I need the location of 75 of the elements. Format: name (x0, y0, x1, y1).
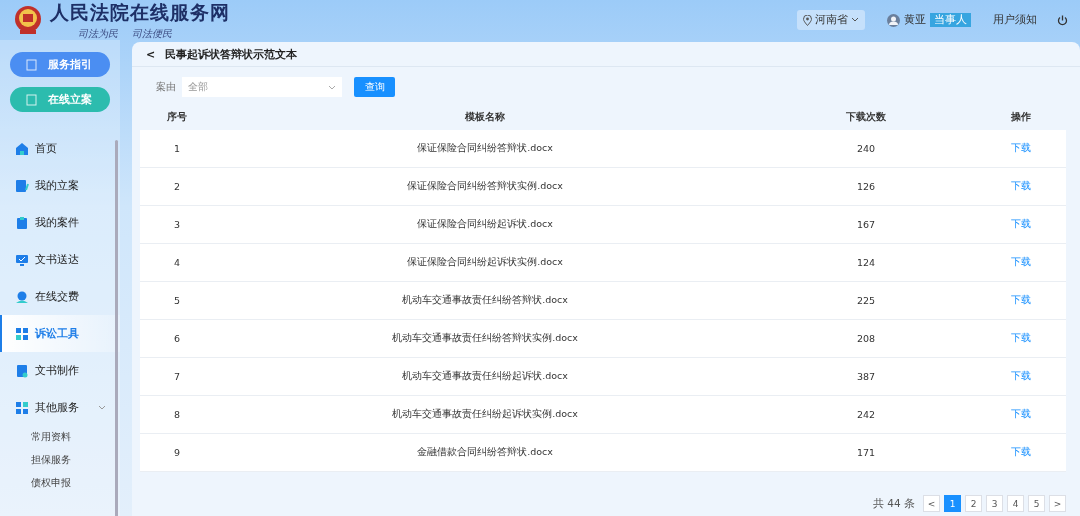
table-cell: 保证保险合同纠纷起诉状实例.docx (214, 244, 756, 282)
grid-icon (15, 400, 29, 415)
page-button[interactable]: 3 (986, 495, 1003, 512)
table-cell: 6 (140, 320, 214, 358)
table-cell: 1 (140, 130, 214, 168)
table-cell: 208 (756, 320, 976, 358)
table-cell: 3 (140, 206, 214, 244)
table-cell: 保证保险合同纠纷答辩状实例.docx (214, 168, 756, 206)
back-button[interactable]: < (146, 47, 156, 61)
page-button[interactable]: 2 (965, 495, 982, 512)
next-page-button[interactable]: > (1049, 495, 1066, 512)
power-icon[interactable] (1057, 14, 1068, 26)
table-cell: 4 (140, 244, 214, 282)
home-icon (15, 141, 29, 156)
page-button[interactable]: 5 (1028, 495, 1045, 512)
document-icon (15, 363, 29, 378)
table-cell: 7 (140, 358, 214, 396)
location-pin-icon (803, 14, 812, 26)
monitor-icon (15, 252, 29, 267)
sidebar-item[interactable]: 我的立案 (0, 167, 120, 204)
sidebar-item[interactable]: 诉讼工具 (0, 315, 120, 352)
form-icon (15, 178, 29, 193)
sidebar-subitem[interactable]: 债权申报 (0, 472, 120, 495)
prev-page-button[interactable]: < (923, 495, 940, 512)
sidebar-item[interactable]: 我的案件 (0, 204, 120, 241)
slogan: 司法便民 (132, 26, 172, 41)
sidebar-item[interactable]: 其他服务 (0, 389, 120, 426)
sidebar-subitem[interactable]: 担保服务 (0, 449, 120, 472)
table-cell: 240 (756, 130, 976, 168)
sidebar-item[interactable]: 文书制作 (0, 352, 120, 389)
table-cell: 387 (756, 358, 976, 396)
table-cell: 225 (756, 282, 976, 320)
table-cell: 机动车交通事故责任纠纷起诉状.docx (214, 358, 756, 396)
total-count: 共 44 条 (872, 496, 915, 511)
table-cell: 5 (140, 282, 214, 320)
table-cell: 171 (756, 434, 976, 472)
clipboard-icon (15, 215, 29, 230)
chevron-down-icon (328, 84, 336, 90)
column-header: 下载次数 (845, 110, 887, 124)
table-cell: 242 (756, 396, 976, 434)
table-cell: 9 (140, 434, 214, 472)
sidebar-item[interactable]: 文书送达 (0, 241, 120, 278)
user-name[interactable]: 黄亚 (904, 13, 926, 27)
document-icon (26, 58, 38, 71)
column-header: 操作 (1010, 110, 1032, 124)
role-badge: 当事人 (930, 13, 971, 27)
table-cell: 保证保险合同纠纷答辩状.docx (214, 130, 756, 168)
sidebar-item[interactable]: 在线交费 (0, 278, 120, 315)
table-cell: 8 (140, 396, 214, 434)
person-icon (15, 289, 29, 304)
site-title[interactable]: 人民法院在线服务网 (50, 0, 230, 26)
table-cell: 167 (756, 206, 976, 244)
sidebar-subitem[interactable]: 常用资料 (0, 426, 120, 449)
slogan: 司法为民 (78, 26, 118, 41)
table-cell: 124 (756, 244, 976, 282)
table-cell: 机动车交通事故责任纠纷起诉状实例.docx (214, 396, 756, 434)
sidebar-item[interactable]: 首页 (0, 130, 120, 167)
table-cell: 机动车交通事故责任纠纷答辩状.docx (214, 282, 756, 320)
chevron-icon (98, 405, 106, 410)
table-cell: 保证保险合同纠纷起诉状.docx (214, 206, 756, 244)
region-selector[interactable]: 河南省 (797, 10, 865, 30)
table-cell: 2 (140, 168, 214, 206)
column-header: 序号 (166, 110, 188, 124)
notice-link[interactable]: 用户须知 (993, 13, 1037, 27)
page-button[interactable]: 4 (1007, 495, 1024, 512)
table-cell: 机动车交通事故责任纠纷答辩状实例.docx (214, 320, 756, 358)
court-emblem-icon (14, 4, 42, 36)
page-title: 民事起诉状答辩状示范文本 (165, 46, 298, 62)
column-header: 模板名称 (464, 110, 506, 124)
grid-icon (15, 326, 29, 341)
filter-label: 案由 (156, 80, 176, 94)
table-cell: 126 (756, 168, 976, 206)
avatar-icon (887, 13, 900, 27)
chevron-down-icon (851, 17, 859, 23)
table-cell: 金融借款合同纠纷答辩状.docx (214, 434, 756, 472)
